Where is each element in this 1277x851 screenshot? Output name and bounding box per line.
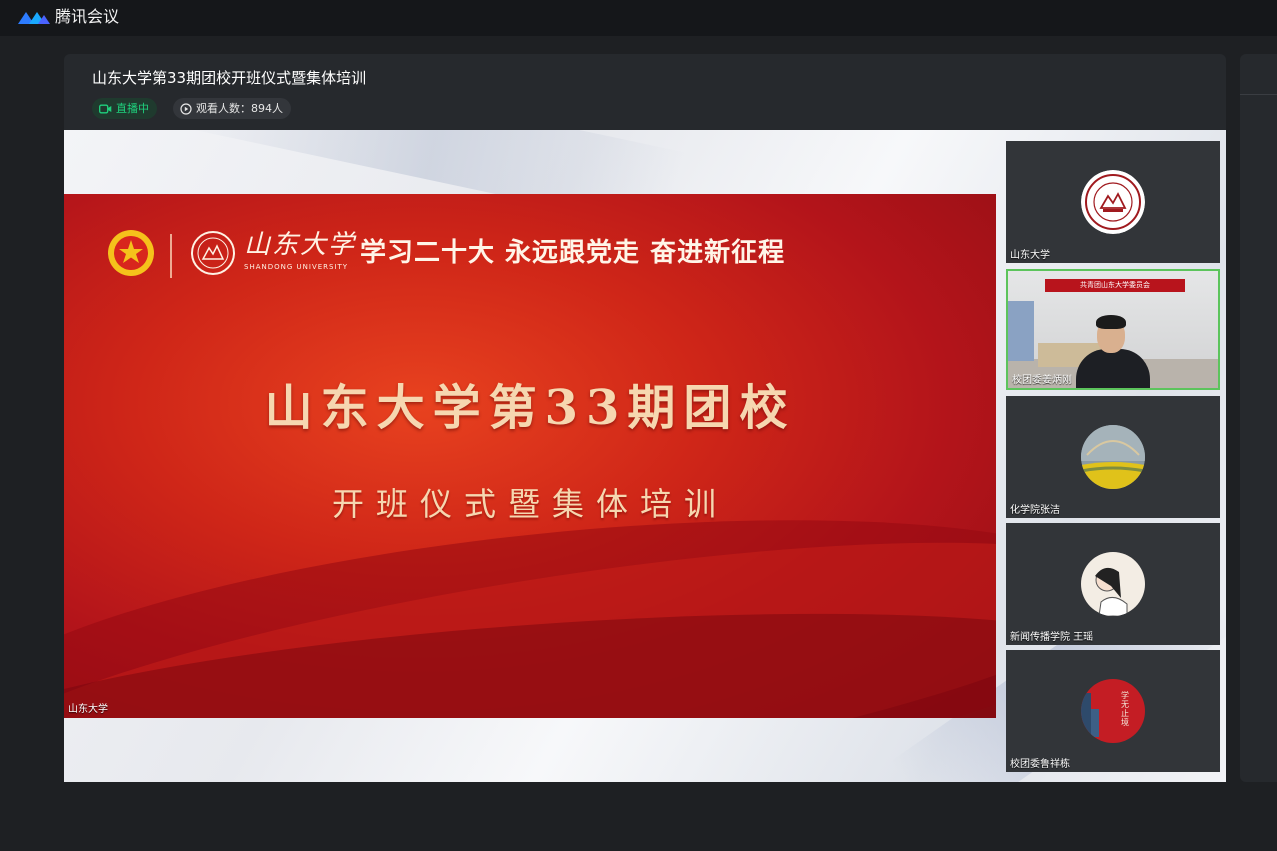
live-status-text: 直播中 xyxy=(116,102,149,115)
video-person xyxy=(1076,349,1150,388)
university-script-name: 山东大学 xyxy=(244,230,357,260)
participant-name: 校团委姜炳刚 xyxy=(1012,375,1072,386)
video-stage[interactable]: 山东大学 SHANDONG UNIVERSITY 学习二十大 永远跟党走 奋进新… xyxy=(64,130,1226,782)
participant-name: 化学院张洁 xyxy=(1010,505,1060,516)
side-panel-collapsed[interactable] xyxy=(1240,54,1277,782)
viewer-count-text: 观看人数：894人 xyxy=(196,102,283,115)
app-name: 腾讯会议 xyxy=(55,7,120,26)
slide-title: 山东大学第33期团校 xyxy=(264,380,796,436)
video-camera-icon xyxy=(99,104,112,113)
participant-video: 共青团山东大学委员会 xyxy=(1008,271,1218,388)
sky-photo-avatar-icon xyxy=(1081,425,1145,489)
shared-screen-slide[interactable]: 山东大学 SHANDONG UNIVERSITY 学习二十大 永远跟党走 奋进新… xyxy=(64,194,996,718)
participant-name: 新闻传播学院 王瑶 xyxy=(1010,632,1094,643)
slide-divider xyxy=(170,234,172,278)
video-shelf xyxy=(1008,301,1034,361)
cartoon-avatar-icon xyxy=(1081,552,1145,616)
youth-league-emblem-icon xyxy=(108,230,154,276)
slide-subtitle: 开班仪式暨集体培训 xyxy=(331,485,728,523)
slide-slogan: 学习二十大 永远跟党走 奋进新征程 xyxy=(360,238,786,268)
video-person-hair xyxy=(1096,315,1126,329)
participant-tile[interactable]: 新闻传播学院 王瑶 xyxy=(1006,523,1220,645)
sdu-seal-icon xyxy=(191,231,235,275)
app-window: 腾讯会议 山东大学第33期团校开班仪式暨集体培训 直播中 观看人数：894人 山… xyxy=(0,0,1277,851)
participant-name: 校团委鲁祥栋 xyxy=(1010,759,1070,770)
red-calligraphy-avatar-icon: 学无止境 xyxy=(1081,679,1145,743)
participant-tile[interactable]: 化学院张洁 xyxy=(1006,396,1220,518)
meeting-title: 山东大学第33期团校开班仪式暨集体培训 xyxy=(92,69,367,87)
play-circle-icon xyxy=(180,102,192,115)
tencent-meeting-logo-icon xyxy=(18,12,50,24)
video-banner: 共青团山东大学委员会 xyxy=(1045,279,1185,292)
top-bar: 腾讯会议 xyxy=(0,0,1277,36)
participant-name: 山东大学 xyxy=(1010,250,1050,261)
avatar-calligraphy-text: 学无止境 xyxy=(1121,690,1130,727)
university-english-name: SHANDONG UNIVERSITY xyxy=(244,263,349,271)
participant-tile-active-speaker[interactable]: 共青团山东大学委员会 校团委姜炳刚 xyxy=(1006,269,1220,390)
side-panel-divider xyxy=(1240,94,1277,95)
participant-tile[interactable]: 山东大学 xyxy=(1006,141,1220,263)
meeting-panel: 山东大学第33期团校开班仪式暨集体培训 直播中 观看人数：894人 山东大学 S… xyxy=(64,54,1226,782)
participant-tile[interactable]: 学无止境 校团委鲁祥栋 xyxy=(1006,650,1220,772)
university-seal-icon xyxy=(1081,170,1145,234)
live-status-badge: 直播中 xyxy=(92,98,157,119)
presenter-label: 山东大学 xyxy=(68,704,108,715)
viewer-count-badge: 观看人数：894人 xyxy=(173,98,291,119)
